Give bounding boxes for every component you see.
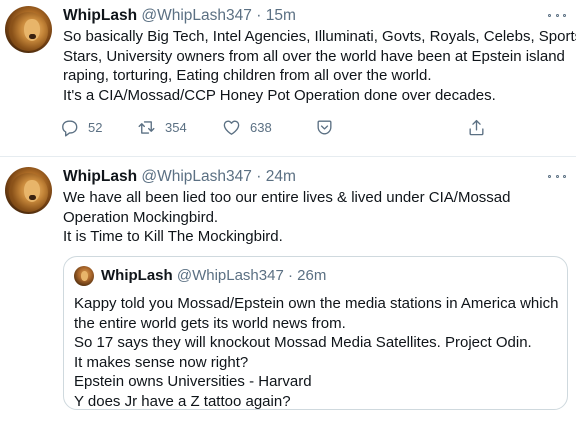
like-count: 638 bbox=[250, 120, 272, 135]
tweet-text: So basically Big Tech, Intel Agencies, I… bbox=[63, 27, 576, 105]
user-handle[interactable]: @WhipLash347 bbox=[141, 7, 252, 24]
share-icon bbox=[469, 119, 484, 136]
quoted-tweet[interactable]: WhipLash @WhipLash347 · 26m Kappy told y… bbox=[63, 256, 568, 410]
avatar[interactable] bbox=[5, 6, 52, 53]
tweet-header: WhipLash @WhipLash347 · 15m bbox=[63, 6, 296, 26]
quoted-text-line: Y does Jr have a Z tattoo again? bbox=[74, 392, 291, 410]
timestamp[interactable]: 24m bbox=[266, 168, 296, 185]
separator-dot: · bbox=[256, 168, 262, 185]
separator-dot: · bbox=[256, 7, 262, 24]
retweet-count: 354 bbox=[165, 120, 187, 135]
quoted-text-line: Kappy told you Mossad/Epstein own the me… bbox=[74, 295, 559, 312]
tweet-text-line: raping, torturing, Eating children from … bbox=[63, 67, 432, 84]
quoted-avatar bbox=[74, 266, 94, 286]
retweet-icon bbox=[138, 121, 155, 134]
tweet-text-line: Stars, University owners from all over t… bbox=[63, 47, 565, 65]
lion-nose bbox=[29, 195, 36, 200]
tweet-text-line: We have all been lied too our entire liv… bbox=[63, 189, 511, 206]
display-name[interactable]: WhipLash bbox=[63, 7, 137, 24]
quoted-text-line: So 17 says they will knockout Mossad Med… bbox=[74, 334, 532, 351]
tweet-header: WhipLash @WhipLash347 · 24m bbox=[63, 167, 296, 187]
user-handle[interactable]: @WhipLash347 bbox=[141, 168, 252, 185]
timestamp[interactable]: 15m bbox=[266, 7, 296, 24]
more-icon[interactable] bbox=[548, 10, 566, 20]
quoted-text-line: It makes sense now right? bbox=[74, 353, 249, 371]
share-button[interactable] bbox=[467, 118, 486, 137]
separator-dot: · bbox=[287, 267, 293, 284]
quoted-tweet-header: WhipLash @WhipLash347 · 26m bbox=[74, 266, 326, 286]
tweet-text-line: It's a CIA/Mossad/CCP Honey Pot Operatio… bbox=[63, 86, 496, 104]
quoted-text-line: the entire world gets its world news fro… bbox=[74, 314, 346, 332]
tweet-text: We have all been lied too our entire liv… bbox=[63, 188, 568, 247]
display-name[interactable]: WhipLash bbox=[63, 168, 137, 185]
like-button[interactable]: 638 bbox=[222, 118, 272, 137]
quoted-display-name: WhipLash bbox=[101, 267, 173, 284]
tweet-text-line: Operation Mockingbird. bbox=[63, 208, 219, 226]
reply-count: 52 bbox=[88, 120, 103, 135]
avatar[interactable] bbox=[5, 167, 52, 214]
quoted-tweet-text: Kappy told you Mossad/Epstein own the me… bbox=[74, 294, 559, 411]
reply-icon bbox=[62, 120, 78, 137]
tweet-1[interactable]: WhipLash @WhipLash347 · 15m So basically… bbox=[0, 0, 576, 156]
quoted-text-line: Epstein owns Universities - Harvard bbox=[74, 373, 312, 390]
tweet-text-line: So basically Big Tech, Intel Agencies, I… bbox=[63, 28, 576, 45]
bookmark-icon bbox=[317, 120, 332, 135]
like-icon bbox=[223, 120, 240, 135]
quoted-user-handle: @WhipLash347 bbox=[176, 267, 284, 284]
retweet-button[interactable]: 354 bbox=[137, 118, 187, 137]
quoted-timestamp: 26m bbox=[297, 267, 327, 284]
lion-nose bbox=[29, 34, 36, 39]
tweet-text-line: It is Time to Kill The Mockingbird. bbox=[63, 228, 283, 245]
bookmark-button[interactable] bbox=[315, 118, 334, 137]
tweet-2[interactable]: WhipLash @WhipLash347 · 24m We have all … bbox=[0, 157, 576, 429]
more-icon[interactable] bbox=[548, 171, 566, 181]
reply-button[interactable]: 52 bbox=[60, 118, 102, 137]
tweet-actions: 52 354 638 bbox=[60, 118, 490, 142]
